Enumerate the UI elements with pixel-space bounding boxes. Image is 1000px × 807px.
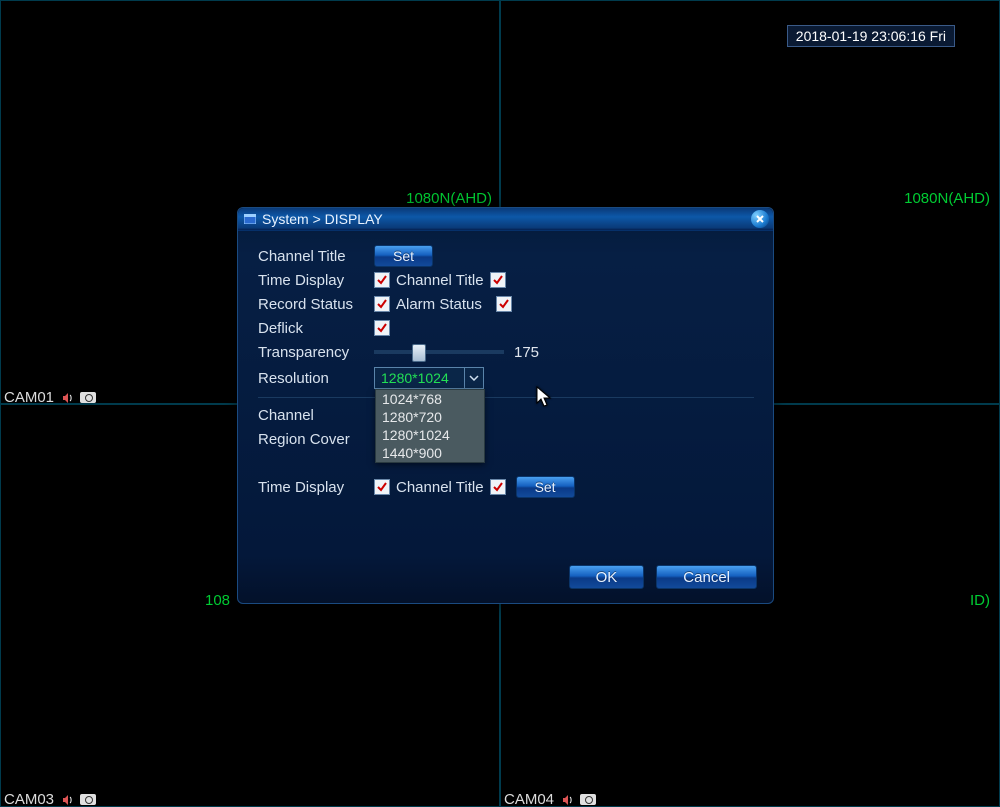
resolution-label-tl: 1080N(AHD) bbox=[406, 190, 492, 207]
alarm-status-label: Alarm Status bbox=[396, 296, 482, 313]
close-button[interactable] bbox=[751, 210, 769, 228]
ok-button[interactable]: OK bbox=[569, 565, 645, 589]
resolution-option[interactable]: 1440*900 bbox=[376, 444, 484, 462]
time-display-checkbox-2[interactable] bbox=[374, 479, 390, 495]
resolution-option[interactable]: 1024*768 bbox=[376, 390, 484, 408]
region-cover-label: Region Cover bbox=[258, 431, 374, 448]
cancel-button[interactable]: Cancel bbox=[656, 565, 757, 589]
deflick-checkbox[interactable] bbox=[374, 320, 390, 336]
transparency-slider-thumb[interactable] bbox=[412, 344, 426, 362]
deflick-label: Deflick bbox=[258, 320, 374, 337]
resolution-option[interactable]: 1280*720 bbox=[376, 408, 484, 426]
resolution-label-bl: 108 bbox=[205, 592, 230, 609]
channel-title-label-2: Channel Title bbox=[396, 272, 484, 289]
channel-title-set-button[interactable]: Set bbox=[374, 245, 433, 267]
camera-icon bbox=[80, 392, 96, 403]
channel-title-label-3: Channel Title bbox=[396, 479, 484, 496]
dialog-titlebar[interactable]: System > DISPLAY bbox=[238, 208, 773, 231]
camera-icon bbox=[80, 794, 96, 805]
resolution-select[interactable]: 1280*1024 1024*768 1280*720 1280*1024 14… bbox=[374, 367, 484, 389]
timestamp-display: 2018-01-19 23:06:16 Fri bbox=[787, 25, 955, 47]
record-status-checkbox[interactable] bbox=[374, 296, 390, 312]
display-settings-dialog: System > DISPLAY Channel Title Set Time … bbox=[237, 207, 774, 604]
channel-title-checkbox[interactable] bbox=[490, 272, 506, 288]
time-display-label-2: Time Display bbox=[258, 479, 374, 496]
camera-label-br: CAM04 bbox=[504, 791, 596, 807]
resolution-option[interactable]: 1280*1024 bbox=[376, 426, 484, 444]
camera-name: CAM04 bbox=[504, 791, 554, 807]
resolution-label-tr: 1080N(AHD) bbox=[904, 190, 990, 207]
region-set-button[interactable]: Set bbox=[516, 476, 575, 498]
speaker-icon bbox=[562, 794, 574, 806]
resolution-label-br: ID) bbox=[970, 592, 990, 609]
transparency-slider[interactable] bbox=[374, 350, 504, 354]
record-status-label: Record Status bbox=[258, 296, 374, 313]
resolution-dropdown: 1024*768 1280*720 1280*1024 1440*900 bbox=[375, 389, 485, 463]
camera-name: CAM03 bbox=[4, 791, 54, 807]
window-icon bbox=[244, 214, 256, 224]
camera-label-tl: CAM01 bbox=[4, 389, 96, 406]
channel-label: Channel bbox=[258, 407, 374, 424]
time-display-label: Time Display bbox=[258, 272, 374, 289]
transparency-value: 175 bbox=[514, 344, 539, 361]
dialog-button-row: OK Cancel bbox=[569, 565, 757, 589]
channel-title-label: Channel Title bbox=[258, 248, 374, 265]
dialog-body: Channel Title Set Time Display Channel T… bbox=[238, 231, 773, 510]
nvr-screen: 2018-01-19 23:06:16 Fri 1080N(AHD) 1080N… bbox=[0, 0, 1000, 807]
alarm-status-checkbox[interactable] bbox=[496, 296, 512, 312]
chevron-down-icon[interactable] bbox=[464, 368, 483, 388]
transparency-label: Transparency bbox=[258, 344, 374, 361]
camera-icon bbox=[580, 794, 596, 805]
dialog-title: System > DISPLAY bbox=[262, 211, 383, 227]
time-display-checkbox[interactable] bbox=[374, 272, 390, 288]
speaker-icon bbox=[62, 794, 74, 806]
divider bbox=[258, 397, 754, 398]
resolution-select-value: 1280*1024 bbox=[375, 370, 464, 386]
camera-name: CAM01 bbox=[4, 389, 54, 406]
speaker-icon bbox=[62, 392, 74, 404]
camera-label-bl: CAM03 bbox=[4, 791, 96, 807]
resolution-label: Resolution bbox=[258, 370, 374, 387]
channel-title-checkbox-2[interactable] bbox=[490, 479, 506, 495]
